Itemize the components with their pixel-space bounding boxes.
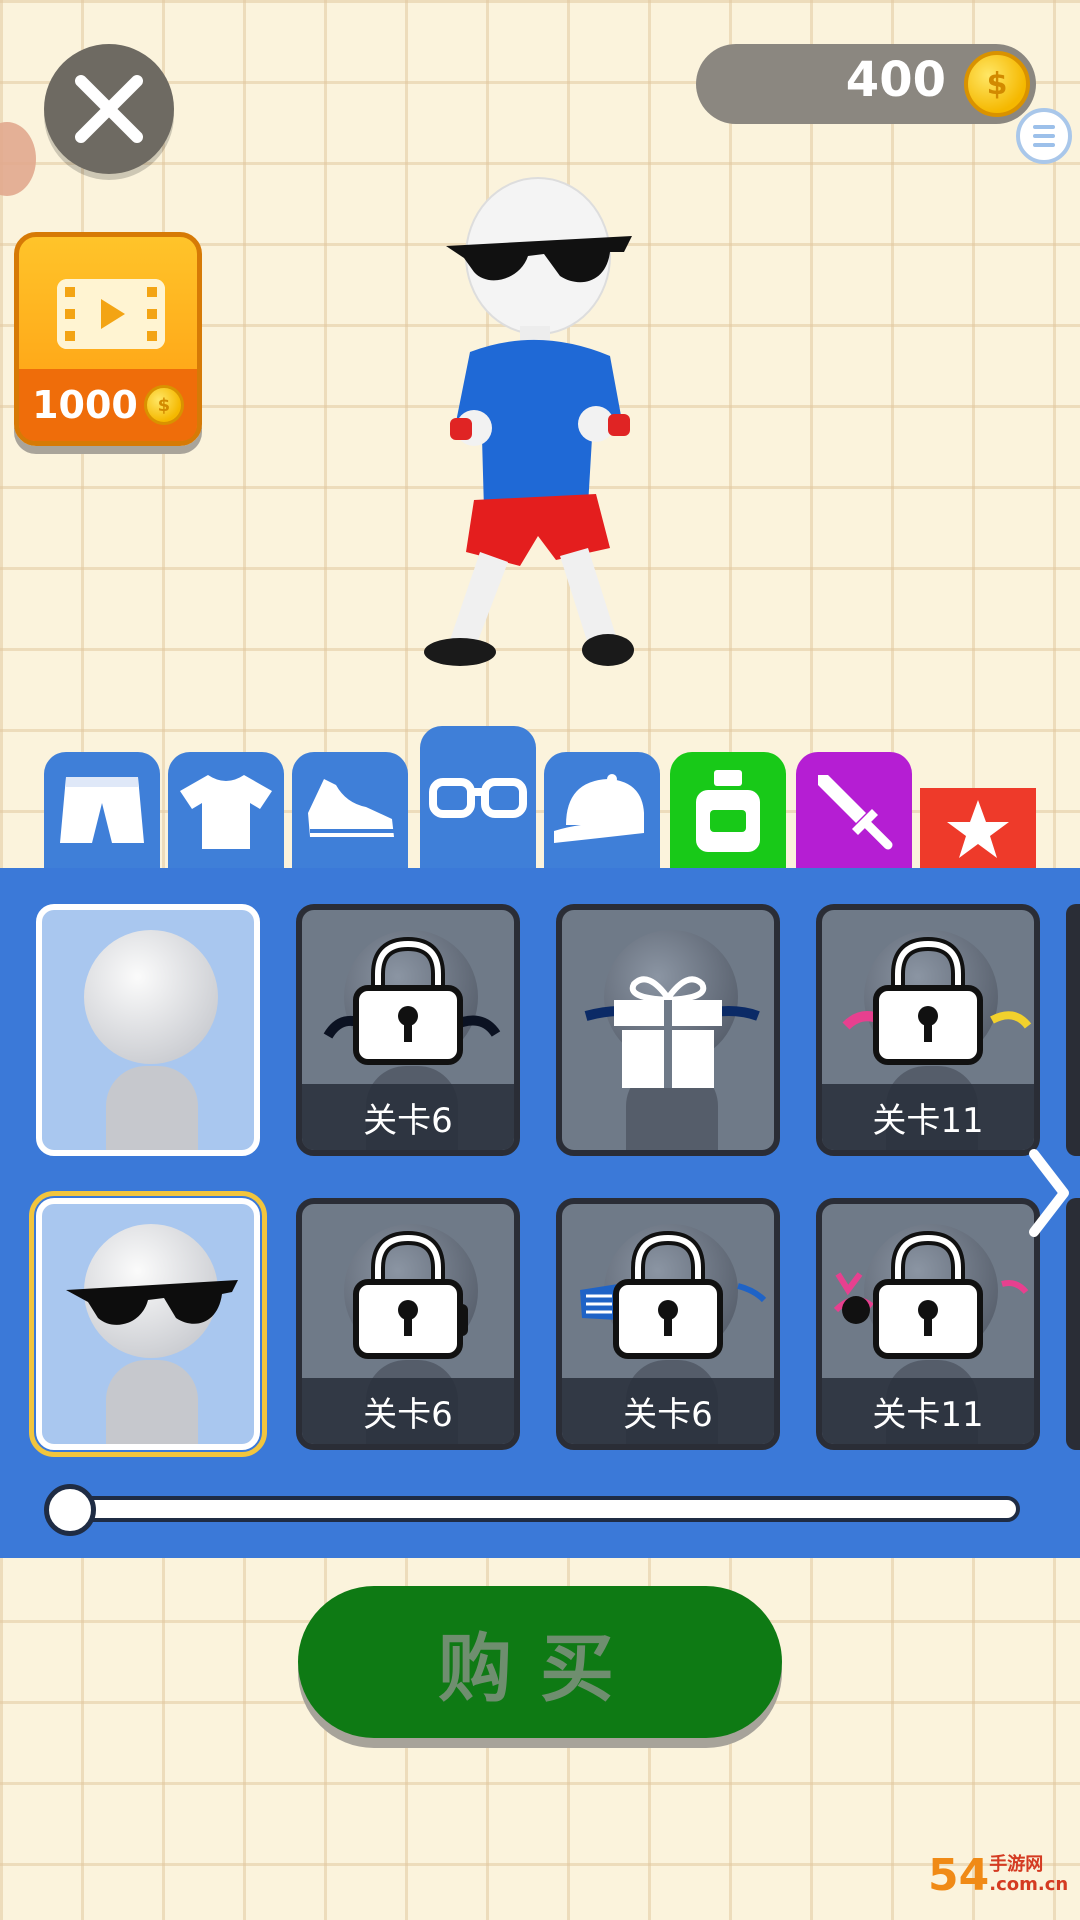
lock-icon (353, 1230, 463, 1359)
video-reward-button[interactable]: 1000 $ (14, 232, 202, 446)
item-slot-locked[interactable]: 关卡11 (816, 1198, 1040, 1450)
item-slot-locked[interactable]: 关卡6 (296, 1198, 520, 1450)
item-slot-locked[interactable]: 关卡6 (556, 1198, 780, 1450)
tshirt-icon (180, 775, 272, 849)
video-reward-price: 1000 $ (19, 369, 197, 441)
menu-icon[interactable] (1016, 108, 1072, 164)
lock-icon (873, 1230, 983, 1359)
side-badge[interactable] (0, 122, 36, 196)
lock-icon (613, 1230, 723, 1359)
shorts-icon (60, 777, 144, 843)
item-slot-locked[interactable]: 关卡11 (816, 904, 1040, 1156)
character-preview (410, 176, 660, 686)
buy-button[interactable]: 购买 (298, 1586, 782, 1738)
unlock-level-label: 关卡11 (822, 1378, 1034, 1444)
mannequin-head (84, 930, 218, 1064)
sneaker-icon (308, 779, 394, 837)
tab-pants[interactable] (44, 752, 160, 870)
watermark-logo: 54 手游网 .com.cn (928, 1849, 1069, 1901)
coin-balance: 400 $ (696, 44, 1036, 124)
tab-shoes[interactable] (292, 752, 408, 870)
coin-icon: $ (143, 385, 184, 425)
gift-icon (614, 976, 722, 1088)
tab-hat[interactable] (544, 752, 660, 870)
close-icon (75, 75, 143, 143)
item-slot-partial[interactable] (1066, 904, 1080, 1156)
items-scroll-track[interactable] (56, 1496, 1020, 1522)
items-scroll-thumb[interactable] (44, 1484, 96, 1536)
lock-icon (353, 936, 463, 1065)
tab-weapon[interactable] (796, 752, 912, 870)
unlock-level-label: 关卡6 (302, 1084, 514, 1150)
bottle-icon (696, 770, 760, 852)
star-icon (947, 800, 1009, 858)
coin-icon: $ (964, 51, 1030, 117)
sword-icon (818, 775, 893, 850)
coin-amount: 400 (845, 52, 946, 108)
item-slot-locked[interactable]: 关卡6 (296, 904, 520, 1156)
unlock-level-label: 关卡6 (562, 1378, 774, 1444)
tab-glasses[interactable] (420, 726, 536, 870)
chevron-right-icon[interactable] (1026, 1148, 1070, 1238)
cap-icon (554, 774, 644, 843)
tab-potion[interactable] (670, 752, 786, 870)
sunglasses-preview (66, 1280, 238, 1325)
tab-shirt[interactable] (168, 752, 284, 870)
tab-favorites[interactable] (920, 788, 1036, 870)
close-button[interactable] (44, 44, 174, 174)
video-icon (57, 279, 165, 349)
item-slot-plain[interactable] (36, 904, 260, 1156)
item-slot-gift[interactable] (556, 904, 780, 1156)
unlock-level-label: 关卡6 (302, 1378, 514, 1444)
glasses-icon (429, 778, 527, 818)
lock-icon (873, 936, 983, 1065)
unlock-level-label: 关卡11 (822, 1084, 1034, 1150)
item-slot-sunglasses[interactable] (29, 1191, 267, 1457)
